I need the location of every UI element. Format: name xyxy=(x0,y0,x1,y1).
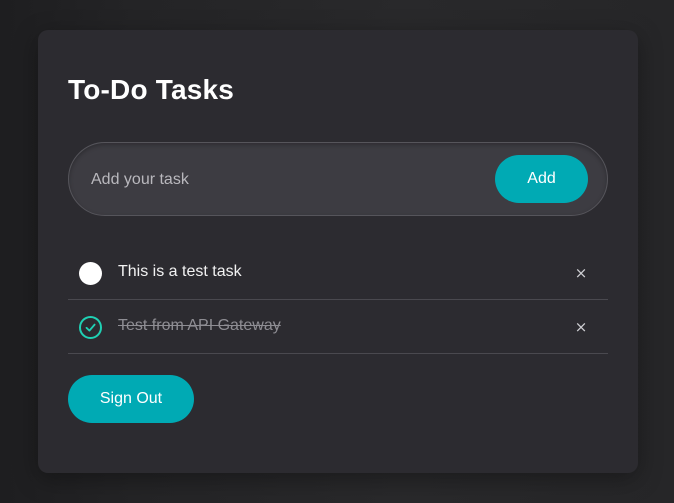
add-task-bar: Add xyxy=(68,142,608,216)
task-item: Test from API Gateway × xyxy=(68,300,608,354)
checkmark-icon xyxy=(85,323,96,332)
delete-task-button[interactable]: × xyxy=(572,318,590,336)
task-input[interactable] xyxy=(89,165,483,195)
task-list: This is a test task × Test from API Gate… xyxy=(68,246,608,354)
task-item: This is a test task × xyxy=(68,246,608,300)
todo-card: To-Do Tasks Add This is a test task × Te… xyxy=(38,30,638,473)
empty-circle-icon[interactable] xyxy=(79,262,102,285)
sign-out-button[interactable]: Sign Out xyxy=(68,375,194,423)
check-circle-icon[interactable] xyxy=(79,316,102,339)
add-button[interactable]: Add xyxy=(495,155,588,203)
page-title: To-Do Tasks xyxy=(68,74,235,105)
task-text: This is a test task xyxy=(118,263,242,280)
task-text: Test from API Gateway xyxy=(118,317,281,334)
delete-task-button[interactable]: × xyxy=(572,264,590,282)
